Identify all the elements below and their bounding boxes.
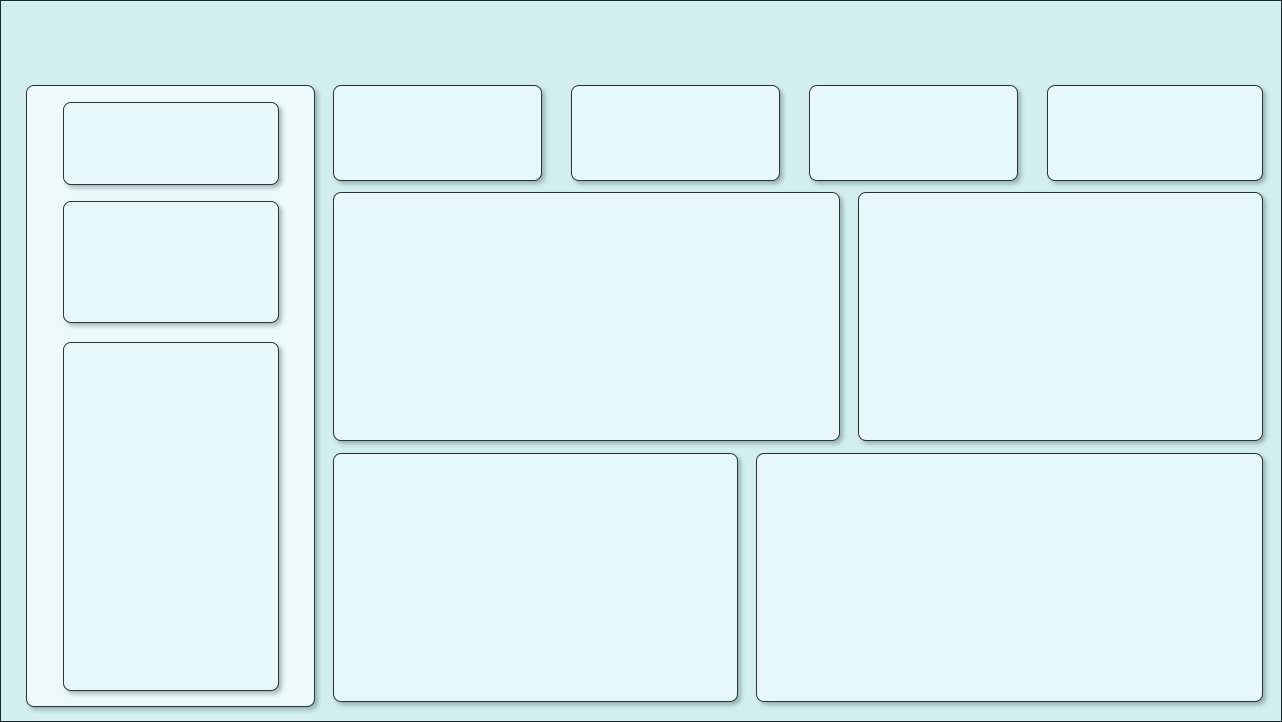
dashboard-canvas (0, 0, 1282, 722)
main-panel-top-left[interactable] (333, 192, 840, 441)
main-panel-top-right[interactable] (858, 192, 1263, 441)
kpi-card-1[interactable] (333, 85, 542, 181)
kpi-card-4[interactable] (1047, 85, 1263, 181)
sidebar-card-2[interactable] (63, 201, 279, 323)
header-bar (1, 1, 1281, 81)
sidebar-card-1[interactable] (63, 102, 279, 185)
main-panel-bottom-right[interactable] (756, 453, 1263, 702)
main-panel-bottom-left[interactable] (333, 453, 738, 702)
kpi-card-2[interactable] (571, 85, 780, 181)
sidebar-card-3[interactable] (63, 342, 279, 691)
kpi-card-3[interactable] (809, 85, 1018, 181)
